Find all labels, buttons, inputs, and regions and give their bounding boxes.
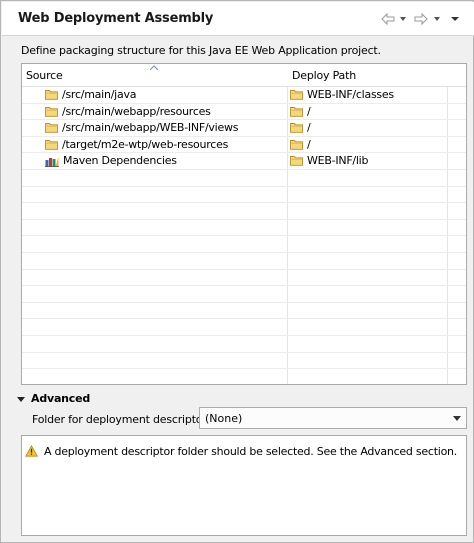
empty-table-row bbox=[22, 319, 466, 336]
deploy-path-text: / bbox=[307, 121, 311, 135]
table-header: Source Deploy Path bbox=[22, 64, 466, 87]
deploy-path-cell: / bbox=[290, 104, 311, 118]
chevron-down-icon bbox=[400, 17, 406, 21]
table-row[interactable]: /src/main/webapp/WEB-INF/views / bbox=[22, 120, 466, 137]
table-body: /src/main/java WEB-INF/classes/src/main/w… bbox=[22, 87, 466, 384]
deploy-path-text: / bbox=[307, 137, 311, 151]
table-row[interactable]: /target/m2e-wtp/web-resources / bbox=[22, 137, 466, 154]
deploy-path-cell: / bbox=[290, 121, 311, 135]
deploy-path-cell: WEB-INF/lib bbox=[290, 154, 368, 167]
empty-table-row bbox=[22, 253, 466, 270]
view-menu-icon bbox=[451, 17, 459, 21]
library-icon bbox=[45, 156, 59, 167]
column-header-deploy-path[interactable]: Deploy Path bbox=[292, 69, 356, 82]
source-path-text: /src/main/java bbox=[62, 88, 137, 101]
forward-dropdown[interactable] bbox=[433, 11, 441, 27]
source-path-text: /src/main/webapp/resources bbox=[62, 104, 211, 118]
expanded-triangle-icon bbox=[17, 396, 25, 402]
empty-table-row bbox=[22, 336, 466, 353]
forward-arrow-icon bbox=[414, 12, 428, 26]
page-header: Web Deployment Assembly bbox=[2, 2, 474, 36]
back-arrow-icon bbox=[381, 12, 395, 26]
page-title: Web Deployment Assembly bbox=[18, 11, 214, 26]
source-path-text: /src/main/webapp/WEB-INF/views bbox=[62, 121, 239, 135]
advanced-section-toggle[interactable]: Advanced bbox=[17, 392, 90, 405]
empty-table-row bbox=[22, 270, 466, 287]
empty-table-row bbox=[22, 303, 466, 320]
empty-table-row bbox=[22, 170, 466, 187]
source-path-text: Maven Dependencies bbox=[63, 154, 177, 168]
deploy-path-text: WEB-INF/classes bbox=[307, 88, 394, 101]
empty-table-row bbox=[22, 353, 466, 370]
web-deployment-assembly-panel: Web Deployment Assembly Define packaging… bbox=[0, 0, 474, 543]
page-description: Define packaging structure for this Java… bbox=[21, 44, 381, 57]
chevron-down-icon bbox=[453, 415, 461, 421]
deploy-path-text: / bbox=[307, 104, 311, 118]
source-cell: /src/main/webapp/resources bbox=[45, 105, 211, 118]
table-row[interactable]: /src/main/webapp/resources / bbox=[22, 104, 466, 121]
warning-message: A deployment descriptor folder should be… bbox=[44, 445, 458, 458]
folder-icon bbox=[290, 90, 303, 100]
folder-icon bbox=[290, 156, 303, 167]
column-header-source[interactable]: Source bbox=[26, 69, 63, 82]
deployment-assembly-table[interactable]: Source Deploy Path /src/main/java WEB-INF… bbox=[21, 63, 467, 385]
folder-icon bbox=[45, 90, 58, 100]
source-cell: /target/m2e-wtp/web-resources bbox=[45, 138, 228, 151]
empty-table-row bbox=[22, 369, 466, 384]
source-cell: /src/main/webapp/WEB-INF/views bbox=[45, 121, 238, 134]
table-row[interactable]: /src/main/java WEB-INF/classes bbox=[22, 87, 466, 104]
warning-icon bbox=[25, 445, 38, 457]
folder-icon bbox=[45, 123, 58, 133]
message-area: A deployment descriptor folder should be… bbox=[21, 435, 467, 536]
deploy-path-cell: WEB-INF/classes bbox=[290, 88, 394, 101]
empty-table-row bbox=[22, 187, 466, 204]
empty-table-row bbox=[22, 286, 466, 303]
deploy-path-cell: / bbox=[290, 137, 311, 151]
source-cell: /src/main/java bbox=[45, 88, 136, 101]
deployment-descriptor-folder-label: Folder for deployment descriptor: bbox=[32, 413, 210, 426]
empty-table-row bbox=[22, 203, 466, 220]
back-button[interactable] bbox=[380, 11, 396, 27]
chevron-down-icon bbox=[434, 17, 440, 21]
select-value: (None) bbox=[205, 411, 243, 425]
dropdown-button[interactable] bbox=[448, 408, 466, 428]
view-menu-button[interactable] bbox=[450, 11, 460, 27]
deploy-path-text: WEB-INF/lib bbox=[307, 154, 369, 168]
folder-icon bbox=[290, 139, 303, 150]
deployment-descriptor-folder-select[interactable]: (None) bbox=[199, 407, 467, 429]
empty-table-row bbox=[22, 220, 466, 237]
back-dropdown[interactable] bbox=[399, 11, 407, 27]
empty-table-row bbox=[22, 236, 466, 253]
advanced-label: Advanced bbox=[31, 392, 91, 405]
table-row[interactable]: Maven Dependencies WEB-INF/lib bbox=[22, 153, 466, 170]
folder-icon bbox=[45, 139, 58, 150]
source-path-text: /target/m2e-wtp/web-resources bbox=[62, 137, 229, 151]
sort-ascending-icon bbox=[150, 65, 158, 70]
folder-icon bbox=[290, 123, 303, 133]
forward-button[interactable] bbox=[413, 11, 429, 27]
folder-icon bbox=[45, 106, 58, 117]
folder-icon bbox=[290, 106, 303, 117]
source-cell: Maven Dependencies bbox=[45, 154, 177, 167]
